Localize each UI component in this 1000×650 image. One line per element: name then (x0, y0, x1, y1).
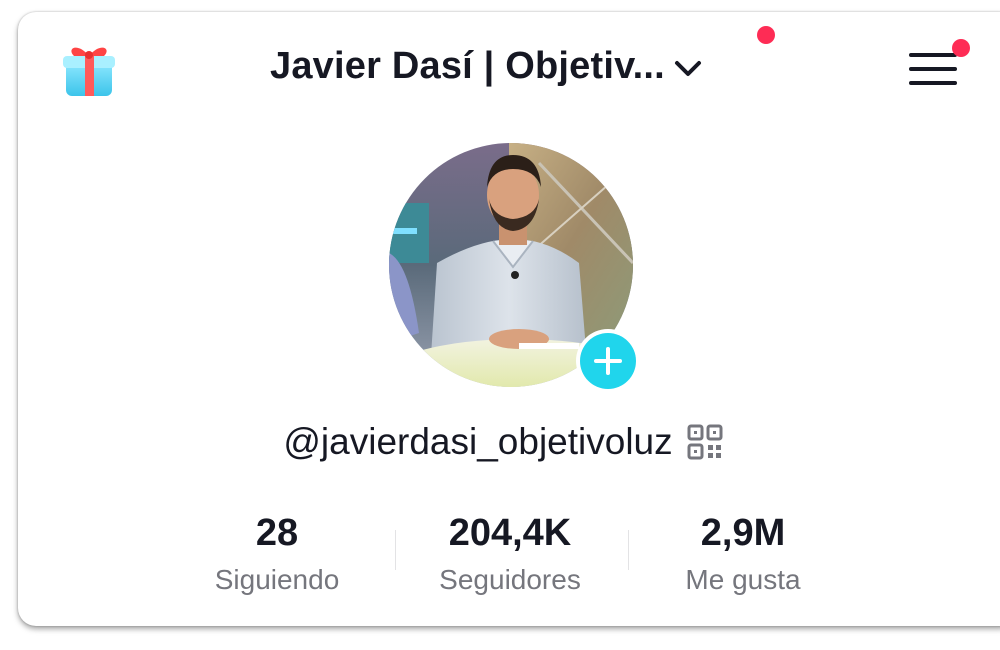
stat-following[interactable]: 28 Siguiendo (177, 505, 377, 599)
gift-button[interactable] (60, 38, 118, 100)
qr-code-icon[interactable] (687, 424, 723, 460)
following-count: 28 (255, 512, 299, 554)
followers-label: Seguidores (439, 564, 581, 595)
username-row: @javierdasi_objetivoluz (0, 412, 1000, 472)
hamburger-menu-icon (909, 53, 957, 85)
likes-count: 2,9M (700, 512, 786, 554)
likes-label: Me gusta (685, 564, 801, 595)
account-switcher[interactable]: Javier Dasí | Objetiv... (270, 36, 770, 96)
follow-button[interactable] (576, 329, 640, 393)
menu-button[interactable] (906, 48, 960, 90)
plus-icon (594, 347, 622, 375)
title-notification-dot (757, 26, 775, 44)
page: Javier Dasí | Objetiv... @javierdasi_obj… (0, 0, 1000, 650)
menu-notification-dot (952, 39, 970, 57)
following-label: Siguiendo (214, 564, 340, 595)
profile-stats: 28 Siguiendo 204,4K Seguidores 2,9M Me g… (0, 505, 1000, 615)
stat-followers[interactable]: 204,4K Seguidores (410, 505, 610, 599)
stat-likes[interactable]: 2,9M Me gusta (643, 505, 843, 599)
chevron-down-icon (674, 61, 701, 76)
profile-title: Javier Dasí | Objetiv... (270, 44, 665, 87)
gift-box-icon (63, 47, 115, 96)
stats-divider (628, 530, 629, 570)
stats-divider (395, 530, 396, 570)
username: @javierdasi_objetivoluz (283, 421, 673, 462)
followers-count: 204,4K (448, 512, 572, 554)
